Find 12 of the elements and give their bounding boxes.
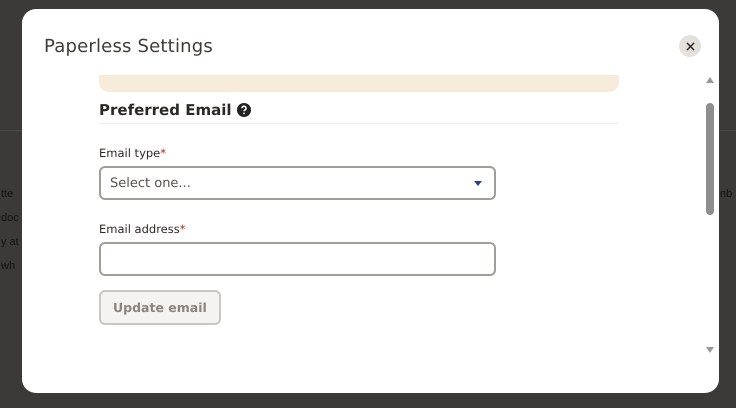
close-button[interactable] xyxy=(679,35,701,57)
scroll-down-icon[interactable] xyxy=(706,347,714,353)
help-icon[interactable] xyxy=(237,103,252,117)
section-heading: Preferred Email xyxy=(99,101,232,119)
email-type-dropdown[interactable]: Select one... xyxy=(99,166,496,200)
scroll-up-icon[interactable] xyxy=(706,77,714,83)
field-label: Email address* xyxy=(99,222,186,236)
caret-icon xyxy=(474,180,482,186)
close-icon xyxy=(686,42,694,50)
dialog-title: Paperless Settings xyxy=(44,36,213,56)
email-address-input[interactable] xyxy=(99,242,496,276)
field-label: Email type* xyxy=(99,146,168,160)
